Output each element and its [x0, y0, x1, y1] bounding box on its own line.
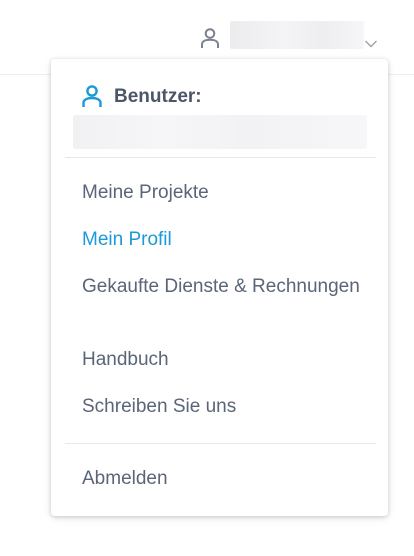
divider: [65, 157, 376, 158]
user-label: Benutzer:: [114, 86, 202, 107]
dropdown-user-section: Benutzer:: [51, 59, 388, 157]
divider: [65, 443, 376, 444]
username-redacted: [73, 115, 367, 149]
user-dropdown-menu: Benutzer: Meine Projekte Mein Profil Gek…: [51, 59, 388, 516]
header-username-redacted[interactable]: [230, 21, 364, 49]
page: Benutzer: Meine Projekte Mein Profil Gek…: [0, 0, 414, 556]
menu-item-meine-projekte[interactable]: Meine Projekte: [82, 179, 362, 206]
menu-item-gekaufte-dienste-rechnungen[interactable]: Gekaufte Dienste & Rechnungen: [82, 273, 362, 300]
menu-item-mein-profil[interactable]: Mein Profil: [82, 226, 362, 253]
menu-item-schreiben-sie-uns[interactable]: Schreiben Sie uns: [82, 393, 362, 420]
user-icon[interactable]: [200, 27, 220, 49]
menu-item-handbuch[interactable]: Handbuch: [82, 346, 362, 373]
chevron-down-icon[interactable]: [364, 36, 378, 48]
user-icon: [81, 84, 103, 108]
logout-button[interactable]: Abmelden: [82, 465, 362, 492]
